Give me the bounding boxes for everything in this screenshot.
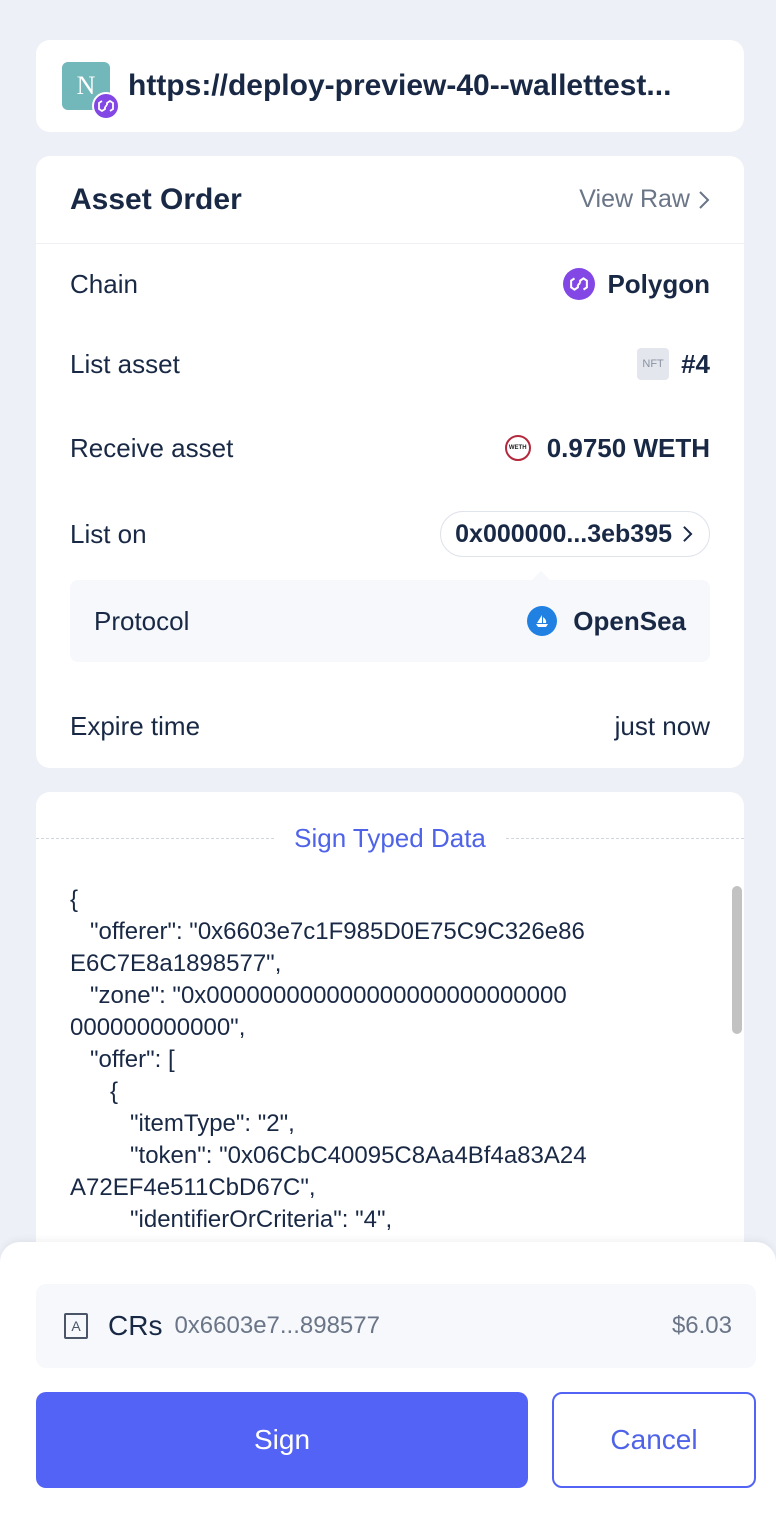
chain-label: Chain [70,268,138,299]
order-header: Asset Order View Raw [36,156,744,244]
polygon-chain-icon [92,92,120,120]
contract-address: 0x000000...3eb395 [455,519,672,548]
account-name: CRs [108,1310,163,1341]
expire-time-row: Expire time just now [70,702,710,750]
site-avatar-letter: N [76,71,96,100]
view-raw-button[interactable]: View Raw [579,185,710,214]
list-asset-label: List asset [70,348,180,379]
protocol-box: Protocol OpenSea [70,571,710,662]
list-asset-value: NFT #4 [637,348,710,380]
typed-data-line: "token": "0x06CbC40095C8Aa4Bf4a83A24 [70,1142,587,1169]
chain-name: Polygon [607,268,710,299]
scrollbar-thumb[interactable] [732,886,742,1034]
asset-order-card: Asset Order View Raw Chain Polygon List … [36,156,744,768]
typed-data-json: { "offerer": "0x6603e7c1F985D0E75C9C326e… [70,884,710,1236]
typed-data-line: E6C7E8a1898577", [70,950,282,977]
receive-asset-row: Receive asset WETH 0.9750 WETH [70,424,710,472]
view-raw-label: View Raw [579,185,690,213]
nft-token-id: #4 [681,348,710,379]
typed-data-header: Sign Typed Data [36,816,744,860]
chain-value: Polygon [563,268,710,300]
account-balance: $6.03 [671,1312,732,1339]
account-address: 0x6603e7...898577 [174,1312,380,1339]
list-on-label: List on [70,518,147,549]
typed-data-card[interactable]: Sign Typed Data { "offerer": "0x6603e7c1… [36,792,744,1292]
typed-data-line: "zone": "0x000000000000000000000000000 [70,982,567,1009]
footer-panel: A CRs 0x6603e7...898577 $6.03 Sign Cance… [0,1242,776,1518]
opensea-icon [527,606,558,636]
protocol-name: OpenSea [573,605,686,636]
chevron-right-icon [699,190,710,209]
origin-url: https://deploy-preview-40--wallettest... [128,69,672,102]
typed-data-line: "offerer": "0x6603e7c1F985D0E75C9C326e86 [70,918,585,945]
typed-data-line: "offer": [ [70,1046,175,1073]
chain-row: Chain Polygon [70,260,710,308]
list-asset-row: List asset NFT #4 [70,340,710,388]
receive-amount: 0.9750 WETH [546,432,710,463]
contract-address-pill[interactable]: 0x000000...3eb395 [440,511,710,557]
typed-data-line: A72EF4e511CbD67C", [70,1174,316,1201]
typed-data-title: Sign Typed Data [276,822,504,854]
chevron-right-icon [683,526,693,542]
account-type-icon: A [64,1313,88,1339]
polygon-icon [563,268,596,300]
order-title: Asset Order [70,182,242,216]
protocol-value: OpenSea [527,606,686,637]
list-on-row: List on 0x000000...3eb395 [70,510,710,558]
typed-data-line: { [70,1078,119,1105]
receive-asset-value: WETH 0.9750 WETH [504,432,710,464]
protocol-label: Protocol [94,605,190,636]
typed-data-line: "identifierOrCriteria": "4", [70,1206,393,1233]
account-row: A CRs 0x6603e7...898577 $6.03 [36,1284,756,1368]
origin-card: N https://deploy-preview-40--wallettest.… [36,40,744,132]
sign-button[interactable]: Sign [36,1392,528,1488]
typed-data-line: { [70,886,79,913]
typed-data-line: "itemType": "2", [70,1110,295,1137]
weth-icon: WETH [504,435,531,461]
site-avatar: N [62,62,120,120]
expire-time-value: just now [614,710,710,741]
expire-time-label: Expire time [70,710,201,741]
nft-icon: NFT [637,348,670,380]
receive-asset-label: Receive asset [70,432,234,463]
typed-data-line: 000000000000", [70,1014,246,1041]
cancel-button[interactable]: Cancel [552,1392,756,1488]
